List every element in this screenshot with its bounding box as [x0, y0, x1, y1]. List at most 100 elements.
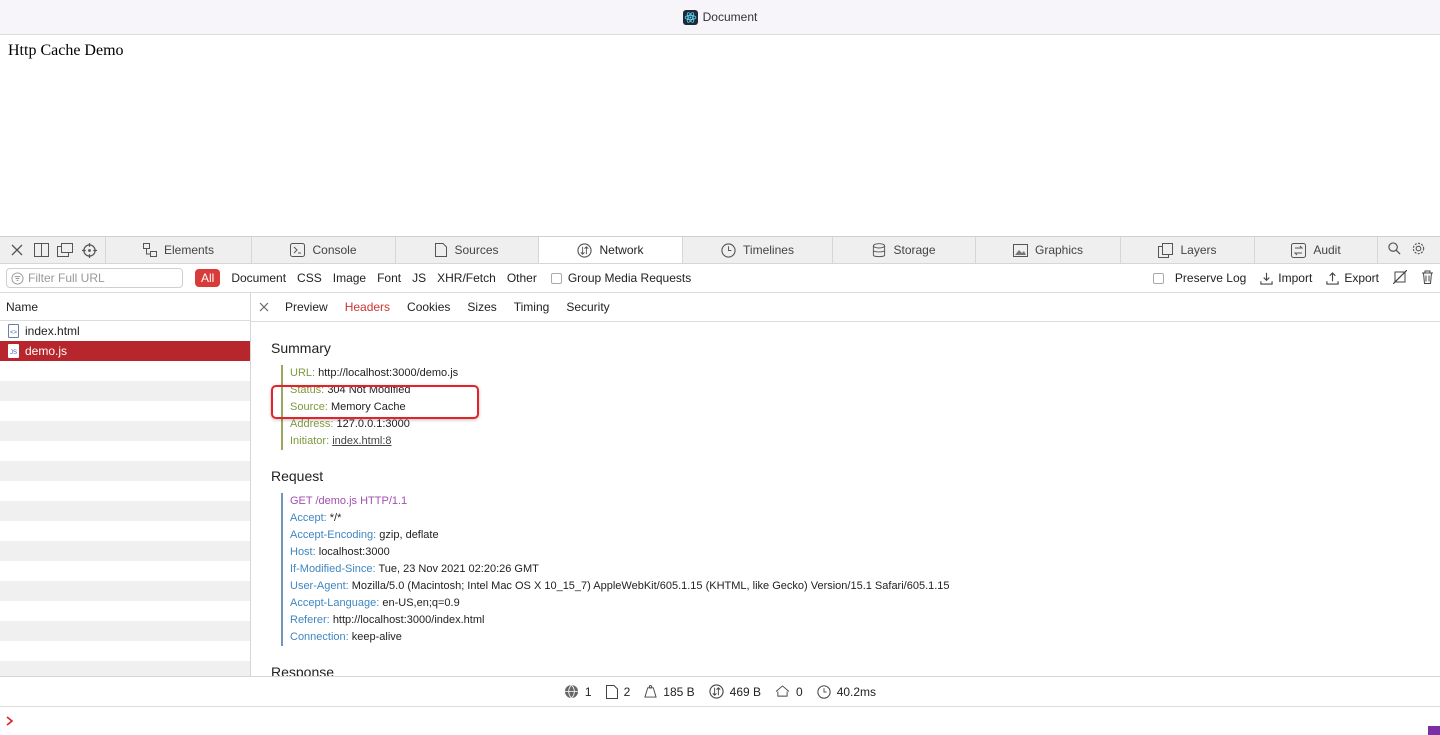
header-value: en-US,en;q=0.9 [382, 597, 460, 609]
tab-label: Elements [163, 243, 215, 257]
status-requests: 1 [564, 684, 592, 699]
preserve-log-toggle[interactable]: Preserve Log [1152, 271, 1246, 285]
tab-layers[interactable]: Layers [1121, 237, 1255, 263]
upload-icon [775, 685, 790, 697]
filter-icon [11, 271, 24, 285]
group-media-label: Group Media Requests [567, 271, 692, 285]
filter-type-xhr-fetch[interactable]: XHR/Fetch [437, 271, 496, 285]
request-detail-panel: Preview Headers Cookies Sizes Timing Sec… [251, 293, 1440, 676]
filter-type-font[interactable]: Font [377, 271, 401, 285]
tab-preview[interactable]: Preview [285, 300, 328, 314]
empty-row [0, 621, 250, 641]
devtools-tabbar-tools [1378, 237, 1432, 263]
status-resources: 2 [605, 684, 630, 699]
preserve-log-checkbox[interactable] [1152, 272, 1164, 284]
trash-icon[interactable] [1421, 270, 1434, 287]
url-value: http://localhost:3000/demo.js [318, 367, 459, 379]
dock-side-icon[interactable] [32, 241, 50, 259]
tab-sources[interactable]: Sources [396, 237, 539, 263]
sources-icon [435, 243, 448, 257]
empty-row [0, 361, 250, 381]
summary-title: Summary [271, 340, 331, 356]
header-row: Accept-Language: en-US,en;q=0.9 [290, 595, 1440, 612]
summary-url-row: URL: http://localhost:3000/demo.js [290, 365, 1440, 382]
tab-console[interactable]: Console [252, 237, 396, 263]
empty-row [0, 581, 250, 601]
group-media-requests-toggle[interactable]: Group Media Requests [550, 271, 692, 285]
graphics-icon [1012, 243, 1028, 257]
tab-cookies[interactable]: Cookies [407, 300, 450, 314]
header-key: Accept-Language: [290, 597, 380, 609]
console-prompt[interactable] [0, 706, 1440, 735]
status-redirects: 0 [775, 685, 803, 699]
filter-type-other[interactable]: Other [507, 271, 537, 285]
header-row: Connection: keep-alive [290, 629, 1440, 646]
disable-cache-icon[interactable] [1392, 269, 1408, 287]
tab-timelines[interactable]: Timelines [683, 237, 833, 263]
tab-headers[interactable]: Headers [345, 300, 390, 314]
header-key: User-Agent: [290, 580, 349, 592]
filter-type-image[interactable]: Image [333, 271, 366, 285]
page-heading: Http Cache Demo [8, 42, 124, 59]
tab-label: Layers [1180, 243, 1217, 257]
filter-type-all[interactable]: All [195, 269, 221, 287]
search-icon[interactable] [1388, 242, 1401, 258]
filter-type-js[interactable]: JS [412, 271, 426, 285]
request-title: Request [271, 468, 324, 484]
status-size: 469 B [709, 684, 761, 699]
window-title: Document [702, 10, 758, 24]
header-row: Referer: http://localhost:3000/index.htm… [290, 612, 1440, 629]
request-row-demo-js[interactable]: JS demo.js [0, 341, 250, 361]
tab-graphics[interactable]: Graphics [976, 237, 1121, 263]
initiator-link[interactable]: index.html:8 [332, 435, 391, 447]
header-value: keep-alive [351, 631, 402, 643]
inspect-crosshair-icon[interactable] [80, 241, 98, 259]
corner-accent [1428, 726, 1440, 735]
export-label: Export [1344, 271, 1379, 285]
transfer-arrows-icon [709, 684, 724, 699]
header-key: Connection: [290, 631, 349, 643]
empty-row [0, 401, 250, 421]
request-row-index-html[interactable]: <> index.html [0, 321, 250, 341]
storage-icon [873, 242, 886, 257]
filter-type-css[interactable]: CSS [297, 271, 322, 285]
page-viewport: Http Cache Demo [0, 35, 1440, 236]
tab-security[interactable]: Security [566, 300, 609, 314]
network-icon [577, 242, 593, 258]
header-value: http://localhost:3000/index.html [332, 614, 485, 626]
close-icon[interactable] [8, 241, 26, 259]
close-detail-icon[interactable] [251, 302, 277, 312]
tab-timing[interactable]: Timing [514, 300, 550, 314]
tab-network[interactable]: Network [539, 237, 683, 263]
empty-row [0, 521, 250, 541]
export-icon [1326, 271, 1339, 285]
gear-icon[interactable] [1411, 241, 1426, 259]
tab-elements[interactable]: Elements [106, 237, 252, 263]
header-value: localhost:3000 [318, 546, 390, 558]
summary-initiator-row: Initiator: index.html:8 [290, 433, 1440, 450]
tab-audit[interactable]: Audit [1255, 237, 1378, 263]
tab-label: Timelines [743, 243, 794, 257]
timelines-icon [721, 242, 736, 258]
undock-icon[interactable] [56, 241, 74, 259]
column-header-name[interactable]: Name [0, 293, 250, 321]
empty-row [0, 441, 250, 461]
filter-type-document[interactable]: Document [231, 271, 286, 285]
filter-placeholder: Filter Full URL [28, 271, 105, 285]
group-media-checkbox[interactable] [550, 272, 562, 284]
tab-label: Sources [454, 243, 499, 257]
detail-tabs: Preview Headers Cookies Sizes Timing Sec… [251, 293, 1440, 322]
header-key: Host: [290, 546, 316, 558]
export-button[interactable]: Export [1326, 271, 1379, 285]
console-icon [290, 243, 306, 257]
tab-sizes[interactable]: Sizes [467, 300, 496, 314]
empty-row [0, 381, 250, 401]
import-button[interactable]: Import [1260, 271, 1312, 285]
filter-url-input[interactable]: Filter Full URL [6, 268, 183, 288]
header-key: Referer: [290, 614, 330, 626]
header-row: Host: localhost:3000 [290, 544, 1440, 561]
load-time: 40.2ms [836, 684, 877, 699]
tab-storage[interactable]: Storage [833, 237, 976, 263]
initiator-key: Initiator: [290, 435, 330, 447]
highlight-annotation-box [271, 385, 479, 419]
